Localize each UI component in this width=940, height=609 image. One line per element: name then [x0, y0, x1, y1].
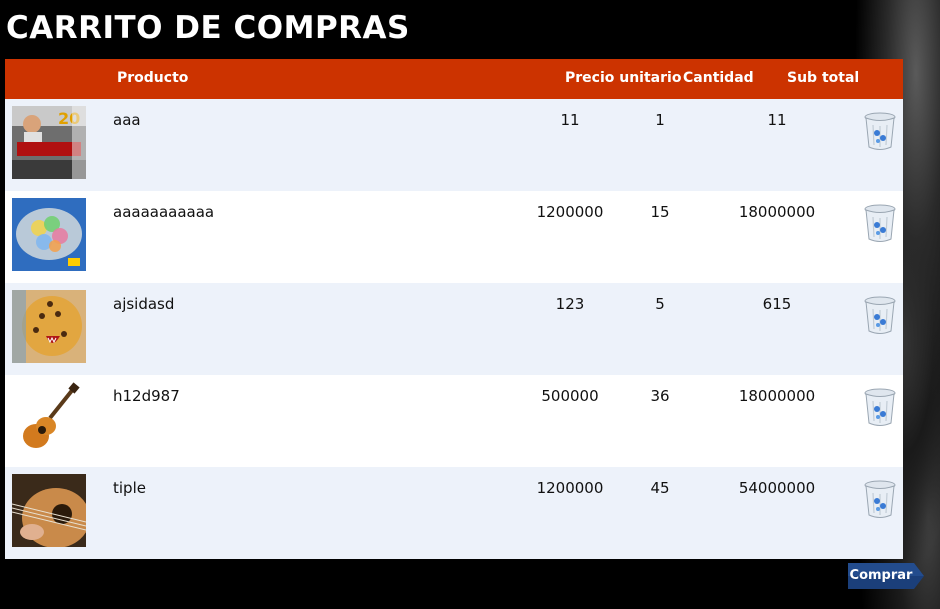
product-name: ajsidasd — [113, 295, 175, 313]
table-row: h12d987 500000 36 18000000 — [5, 375, 903, 467]
trash-icon[interactable] — [863, 387, 897, 427]
quantity: 36 — [650, 387, 670, 405]
buy-button-label: Comprar — [849, 568, 913, 583]
header-unit-price: Precio unitario — [565, 70, 682, 86]
subtotal: 11 — [767, 111, 787, 129]
product-name: h12d987 — [113, 387, 180, 405]
buy-button[interactable]: Comprar — [848, 563, 924, 589]
quantity: 45 — [650, 479, 670, 497]
table-row: tiple 1200000 45 54000000 — [5, 467, 903, 559]
subtotal: 18000000 — [738, 203, 816, 221]
product-image: 20 — [12, 106, 86, 179]
header-product: Producto — [117, 70, 189, 86]
subtotal: 18000000 — [738, 387, 816, 405]
trash-icon[interactable] — [863, 295, 897, 335]
header-quantity: Cantidad — [683, 70, 754, 86]
cart-table: Producto Precio unitario Cantidad Sub to… — [5, 59, 903, 559]
unit-price: 123 — [555, 295, 585, 313]
product-image — [12, 474, 86, 547]
product-image — [12, 198, 86, 271]
trash-icon[interactable] — [863, 479, 897, 519]
quantity: 5 — [655, 295, 665, 313]
unit-price: 500000 — [541, 387, 599, 405]
trash-icon[interactable] — [863, 111, 897, 151]
table-header: Producto Precio unitario Cantidad Sub to… — [5, 59, 903, 99]
product-image — [12, 382, 86, 455]
product-name: aaa — [113, 111, 141, 129]
table-row: 20 aaa 11 1 11 — [5, 99, 903, 191]
trash-icon[interactable] — [863, 203, 897, 243]
header-subtotal: Sub total — [787, 70, 860, 86]
table-row: aaaaaaaaaaa 1200000 15 18000000 — [5, 191, 903, 283]
quantity: 1 — [655, 111, 665, 129]
subtotal: 54000000 — [738, 479, 816, 497]
product-name: tiple — [113, 479, 146, 497]
unit-price: 1200000 — [536, 479, 604, 497]
subtotal: 615 — [762, 295, 792, 313]
table-row: ajsidasd 123 5 615 — [5, 283, 903, 375]
unit-price: 11 — [560, 111, 580, 129]
product-name: aaaaaaaaaaa — [113, 203, 215, 221]
quantity: 15 — [650, 203, 670, 221]
page-title: CARRITO DE COMPRAS — [6, 10, 410, 46]
unit-price: 1200000 — [536, 203, 604, 221]
product-image — [12, 290, 86, 363]
